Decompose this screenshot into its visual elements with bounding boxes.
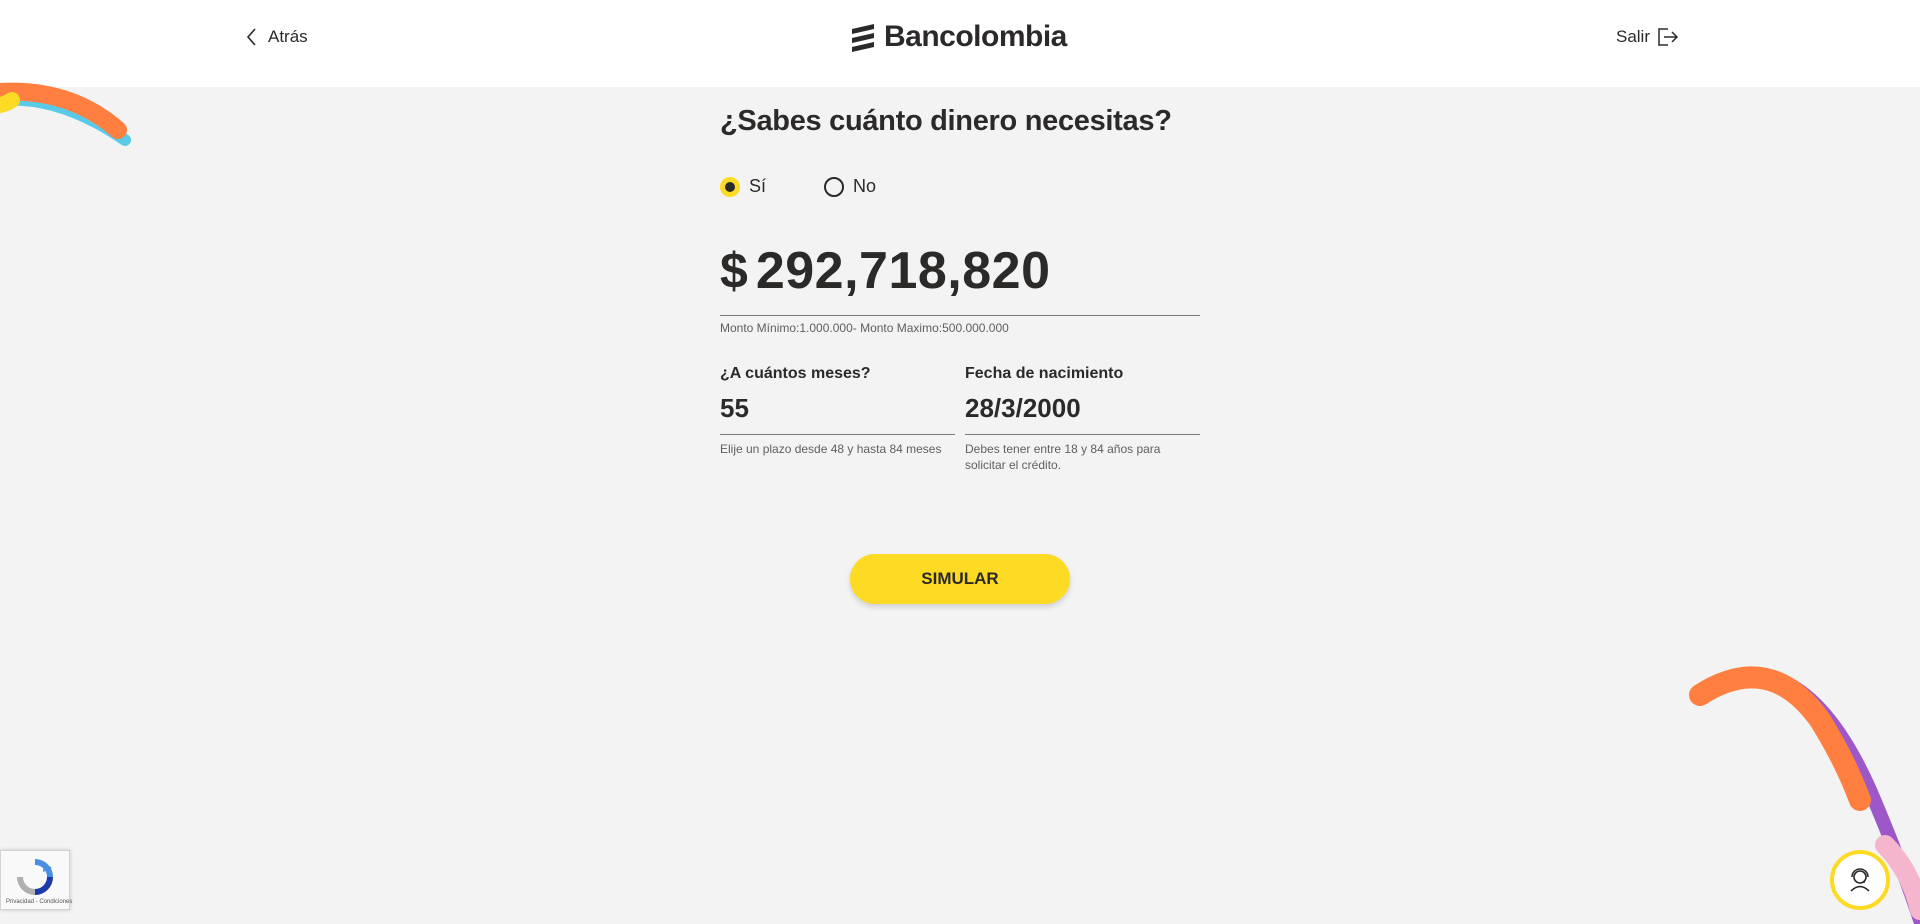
term-and-birthdate-fields: ¿A cuántos meses? 55 Elije un plazo desd…: [720, 365, 1200, 473]
recaptcha-badge[interactable]: Privacidad - Condiciones: [0, 850, 72, 910]
radio-option-no[interactable]: No: [824, 176, 876, 197]
chevron-left-icon: [246, 28, 256, 46]
amount-value[interactable]: 292,718,820: [756, 241, 1051, 301]
amount-input[interactable]: $ 292,718,820: [720, 241, 1200, 316]
exit-button[interactable]: Salir: [1616, 26, 1680, 48]
radio-label-no: No: [853, 176, 877, 196]
exit-label: Salir: [1615, 27, 1650, 46]
help-chat-button[interactable]: [1830, 850, 1890, 910]
birthdate-input[interactable]: 28/3/2000: [965, 393, 1200, 435]
amount-known-radio-group: Sí No: [720, 176, 1200, 197]
credit-simulator-form: ¿Sabes cuánto dinero necesitas? Sí No $ …: [720, 105, 1200, 473]
radio-unselected-icon[interactable]: [824, 176, 845, 197]
currency-symbol: $: [720, 243, 748, 299]
radio-selected-icon[interactable]: [720, 176, 740, 197]
radio-label-yes: Sí: [749, 176, 767, 196]
months-label: ¿A cuántos meses?: [720, 365, 871, 382]
decorative-curve-top-left: [0, 82, 131, 146]
simulate-button[interactable]: SIMULAR: [850, 554, 1070, 604]
exit-icon: [1658, 28, 1679, 46]
birthdate-field: Fecha de nacimiento 28/3/2000 Debes tene…: [965, 365, 1200, 473]
brand-name: Bancolombia: [884, 20, 1067, 53]
amount-help-text: Monto Mínimo:1.000.000- Monto Maximo:500…: [720, 321, 1009, 335]
months-help-text: Elije un plazo desde 48 y hasta 84 meses: [720, 442, 942, 456]
birthdate-help-text: Debes tener entre 18 y 84 años para soli…: [965, 442, 1161, 472]
recaptcha-footer[interactable]: Privacidad - Condiciones: [6, 899, 72, 905]
top-bar: Atrás Bancolombia Salir: [0, 0, 1920, 87]
page-title: ¿Sabes cuánto dinero necesitas?: [720, 105, 1172, 137]
birthdate-label: Fecha de nacimiento: [965, 365, 1124, 382]
support-agent-icon: [1850, 868, 1870, 892]
months-field: ¿A cuántos meses? 55 Elije un plazo desd…: [720, 365, 955, 473]
radio-option-yes[interactable]: Sí: [720, 176, 766, 197]
back-button[interactable]: Atrás: [244, 26, 308, 48]
bancolombia-logo-icon: [852, 24, 874, 52]
months-input[interactable]: 55: [720, 393, 955, 435]
brand-logo: Bancolombia: [848, 20, 1067, 54]
recaptcha-icon: [17, 859, 53, 895]
back-label: Atrás: [268, 27, 308, 46]
